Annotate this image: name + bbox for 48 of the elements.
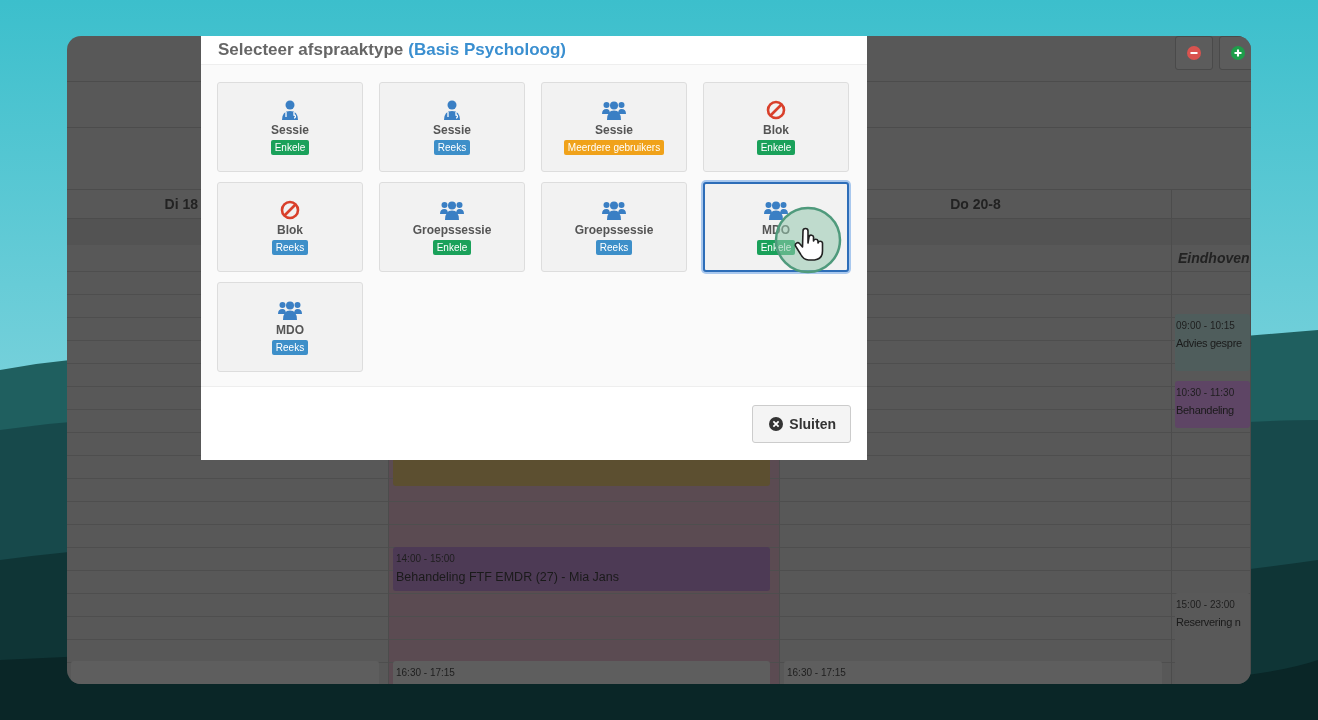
option-label: Blok	[277, 222, 303, 237]
group-icon	[440, 199, 464, 220]
group-icon	[602, 99, 626, 120]
option-label: Groepssessie	[574, 222, 654, 237]
group-icon	[764, 199, 788, 220]
option-label: Sessie	[594, 122, 633, 137]
option-label: Sessie	[432, 122, 471, 137]
group-icon	[602, 199, 626, 220]
appointment-type-option[interactable]: Sessie Reeks	[379, 82, 525, 172]
appointment-type-option[interactable]: Groepssessie Reeks	[541, 182, 687, 272]
type-tag: Enkele	[270, 139, 310, 155]
type-tag: Enkele	[756, 139, 796, 155]
prohibited-icon	[766, 99, 786, 120]
appointment-type-option[interactable]: Blok Reeks	[217, 182, 363, 272]
group-icon	[278, 299, 302, 320]
option-label: Blok	[763, 122, 789, 137]
prohibited-icon	[280, 199, 300, 220]
event-title: Behandeling FTF EMDR (27) - Mia Jans	[396, 570, 620, 584]
doctor-icon	[442, 99, 462, 120]
appointment-type-option[interactable]: Sessie Enkele	[217, 82, 363, 172]
appointment-type-option[interactable]: Groepssessie Enkele	[379, 182, 525, 272]
type-tag: Enkele	[432, 239, 472, 255]
type-tag: Reeks	[433, 139, 471, 155]
appointment-type-option[interactable]: MDO Reeks	[217, 282, 363, 372]
close-icon	[769, 416, 784, 431]
add-button[interactable]	[1219, 36, 1251, 70]
type-tag: Meerdere gebruikers	[563, 139, 665, 155]
plus-icon	[1231, 46, 1245, 60]
appointment-type-option[interactable]: Sessie Meerdere gebruikers	[541, 82, 687, 172]
minus-icon	[1187, 46, 1201, 60]
option-label: Sessie	[270, 122, 309, 137]
type-tag: Enkele	[756, 239, 796, 255]
close-button[interactable]: Sluiten	[752, 404, 851, 443]
option-label: Groepssessie	[412, 222, 492, 237]
event-time: 16:30 - 17:15	[787, 667, 847, 678]
type-tag: Reeks	[271, 239, 309, 255]
event-title: Behandeling	[1176, 404, 1235, 416]
event-title: Reservering n	[1176, 616, 1242, 628]
type-tag: Reeks	[271, 339, 309, 355]
option-label: MDO	[276, 322, 304, 337]
appointment-type-option[interactable]: Blok Enkele	[703, 82, 849, 172]
dialog-title: Selecteer afspraaktype	[218, 40, 404, 60]
event-title: Advies gespre	[1176, 337, 1243, 349]
dialog-subtitle: (Basis Psycholoog)	[408, 40, 566, 60]
event-time: 16:30 - 17:15	[396, 667, 456, 678]
type-tag: Reeks	[595, 239, 633, 255]
doctor-icon	[280, 99, 300, 120]
event-time: 10:30 - 11:30	[1176, 387, 1236, 398]
